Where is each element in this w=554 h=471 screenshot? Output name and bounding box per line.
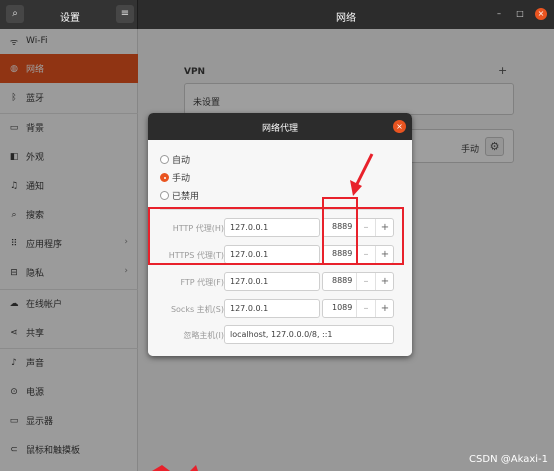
header-bar: ⌕ 设置 ≡ 网络 – □ × <box>0 0 554 29</box>
dialog-header: 网络代理 × <box>148 113 412 140</box>
socks-port-stepper[interactable]: 1089 – + <box>322 299 394 318</box>
radio-label: 已禁用 <box>172 192 200 202</box>
socks-host-input[interactable]: 127.0.0.1 <box>224 299 320 318</box>
annotation-arrow-icon <box>350 153 374 196</box>
dialog-title: 网络代理 <box>261 124 298 134</box>
close-icon[interactable]: × <box>393 120 406 133</box>
radio-disabled[interactable]: 已禁用 <box>160 189 199 202</box>
maximize-button[interactable]: □ <box>514 8 526 20</box>
page-title: 网络 <box>336 13 356 24</box>
settings-title: 设置 <box>60 13 80 24</box>
ignore-hosts-label: 忽略主机(I) <box>183 331 224 340</box>
ignore-hosts-input[interactable]: localhost, 127.0.0.0/8, ::1 <box>224 325 394 344</box>
radio-button[interactable] <box>160 155 169 164</box>
sidebar-header: ⌕ 设置 ≡ <box>0 0 138 29</box>
increment-button[interactable]: + <box>375 273 394 290</box>
close-button[interactable]: × <box>535 8 547 20</box>
radio-button[interactable] <box>160 191 169 200</box>
ftp-proxy-label: FTP 代理(F) <box>180 278 224 287</box>
decrement-button[interactable]: – <box>356 300 375 317</box>
radio-label: 手动 <box>172 174 191 184</box>
annotation-port-box <box>322 197 358 265</box>
hamburger-menu-icon[interactable]: ≡ <box>116 5 134 23</box>
port-value: 8889 <box>332 276 353 285</box>
radio-automatic[interactable]: 自动 <box>160 153 190 166</box>
search-icon[interactable]: ⌕ <box>6 5 24 23</box>
ftp-port-stepper[interactable]: 8889 – + <box>322 272 394 291</box>
annotation-mark-icon <box>152 465 198 471</box>
minimize-button[interactable]: – <box>493 8 505 20</box>
increment-button[interactable]: + <box>375 300 394 317</box>
watermark-text: CSDN @Akaxi-1 <box>469 454 548 465</box>
ftp-host-input[interactable]: 127.0.0.1 <box>224 272 320 291</box>
decrement-button[interactable]: – <box>356 273 375 290</box>
radio-button-selected[interactable] <box>160 173 169 182</box>
socks-host-label: Socks 主机(S) <box>170 305 224 314</box>
annotation-highlight-box <box>148 207 404 265</box>
port-value: 1089 <box>332 303 353 312</box>
radio-manual[interactable]: 手动 <box>160 171 190 184</box>
radio-label: 自动 <box>172 156 191 166</box>
